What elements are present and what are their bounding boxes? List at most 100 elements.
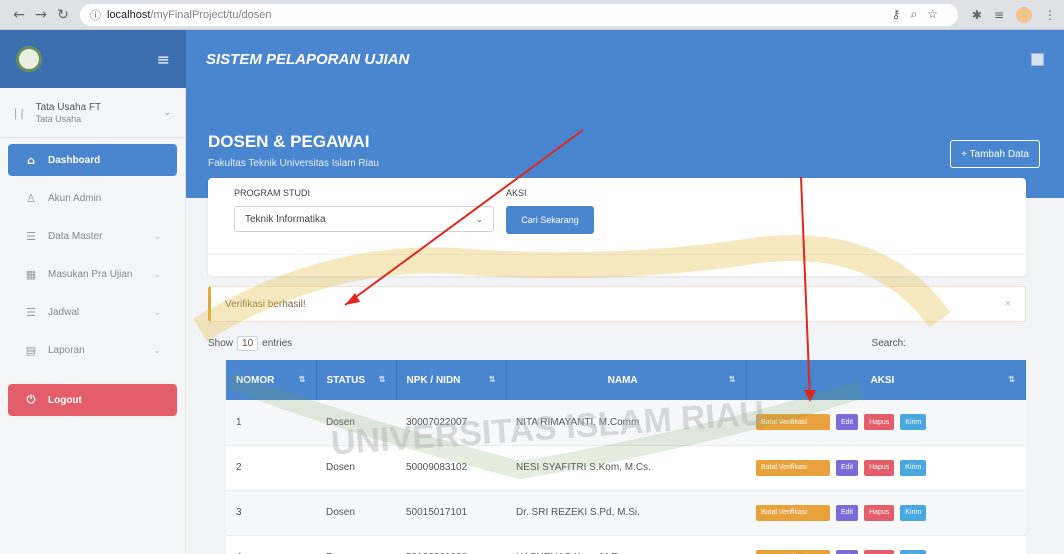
extension-icon[interactable]: ✱ [972,8,982,22]
content-body: PROGRAM STUDI Teknik Informatika ⌄ AKSI … [186,178,1064,554]
column-header-nomor[interactable]: NOMOR ⇅ [226,360,317,400]
edit-button[interactable]: Edit [836,459,859,476]
cell-nomor: 4 [226,535,316,554]
row-actions: Batal Verifikasi Edit Hapus Kirim [756,504,1016,521]
success-alert: Verifikasi berhasil! × [208,286,1026,322]
edit-button[interactable]: Edit [836,414,859,431]
table-header-row: NOMOR ⇅ STATUS ⇅ NPK / NIDN ⇅ NAMA ⇅ AKSI ⇅ [226,360,1026,400]
brand-area: ≡ [0,30,186,88]
cell-aksi: Batal Verifikasi Edit Hapus Kirim [746,535,1026,554]
top-navbar: SISTEM PELAPORAN UJIAN [186,30,1064,88]
back-icon[interactable]: ← [8,4,30,26]
menu-icon[interactable]: ⋮ [1044,8,1056,22]
send-button[interactable]: Kirim [900,504,927,521]
user-image-icon[interactable] [1031,52,1044,66]
send-button[interactable]: Kirim [900,549,927,554]
profile-avatar[interactable] [1016,6,1032,23]
column-header-npk[interactable]: NPK / NIDN ⇅ [396,360,507,400]
column-header-status[interactable]: STATUS ⇅ [316,360,397,400]
sort-icon[interactable]: ⇅ [299,375,306,384]
user-icon: ♙ [26,191,36,205]
cell-aksi: Batal Verifikasi Edit Hapus Kirim [746,445,1026,491]
home-icon: ⌂ [27,153,35,167]
cell-nama: NITA RIMAYANTI, M.Comm [506,400,746,446]
row-actions: Batal Verifikasi Edit Hapus Kirim [756,459,1016,476]
cell-nomor: 2 [226,445,316,491]
star-icon[interactable]: ☆ [927,7,938,22]
entries-label: entries [262,338,293,349]
chevron-down-icon[interactable]: ⌄ [163,107,171,118]
edit-button[interactable]: Edit [836,549,859,554]
prodi-select-value: Teknik Informatika [245,213,326,225]
calendar-icon: ▦ [25,267,37,281]
chevron-down-icon: ⌄ [475,213,483,224]
cell-nomor: 3 [226,490,316,536]
chevron-down-icon: ⌄ [153,306,161,317]
sort-icon[interactable]: ⇅ [1008,375,1015,384]
list-icon: ☰ [26,305,36,319]
power-icon: ⏻ [26,393,36,406]
cell-status: Dosen [316,445,396,491]
send-button[interactable]: Kirim [900,459,927,476]
sidebar-item-jadwal[interactable]: ☰ Jadwal ⌄ [8,296,177,328]
search-now-button[interactable]: Cari Sekarang [506,206,594,234]
add-data-button[interactable]: + Tambah Data [950,140,1040,168]
delete-button[interactable]: Hapus [864,414,895,431]
table-row: 4Dosen50130061988HASNELY S.Kom, M.Eng Bat… [226,535,1026,554]
sort-icon[interactable]: ⇅ [489,375,496,384]
cancel-verification-button[interactable]: Batal Verifikasi [756,504,830,521]
user-bars-icon: | | [14,105,24,120]
close-icon[interactable]: × [1005,298,1011,310]
sort-icon[interactable]: ⇅ [729,375,736,384]
cell-aksi: Batal Verifikasi Edit Hapus Kirim [746,400,1026,446]
aksi-label: AKSI [506,188,527,198]
send-button[interactable]: Kirim [900,414,927,431]
cell-nama: Dr. SRI REZEKI S.Pd, M.Si. [506,490,746,536]
reading-list-icon[interactable]: ≡ [994,8,1004,22]
sidebar-user[interactable]: | | Tata Usaha FT Tata Usaha ⌄ [0,88,185,138]
logout-button[interactable]: ⏻ Logout [8,384,177,416]
url-host: localhost [107,8,151,21]
cell-npk: 50130061988 [396,535,506,554]
delete-button[interactable]: Hapus [864,549,895,554]
reload-icon[interactable]: ↻ [52,4,74,26]
cancel-verification-button[interactable]: Batal Verifikasi [756,459,830,476]
zoom-icon[interactable]: ⌕ [910,7,917,22]
sidebar-item-label: Jadwal [48,306,80,318]
sidebar-item-laporan[interactable]: ▤ Laporan ⌄ [8,334,177,366]
cancel-verification-button[interactable]: Batal Verifikasi [756,414,830,431]
card-divider [208,254,1026,255]
sidebar-item-pra-ujian[interactable]: ▦ Masukan Pra Ujian ⌄ [8,258,177,290]
hamburger-icon[interactable]: ≡ [157,50,170,69]
cell-nama: HASNELY S.Kom, M.Eng [506,535,746,554]
university-logo [16,46,42,72]
sidebar-item-label: Dashboard [48,154,101,166]
address-bar[interactable]: ⓘ localhost /myFinalProject/tu/dosen ⚷ ⌕… [80,3,958,26]
sort-icon[interactable]: ⇅ [379,375,386,384]
sidebar-item-dashboard[interactable]: ⌂ Dashboard [8,144,177,176]
cancel-verification-button[interactable]: Batal Verifikasi [756,549,830,554]
show-label: Show [208,338,234,349]
column-header-nama[interactable]: NAMA ⇅ [506,360,747,400]
app-title: SISTEM PELAPORAN UJIAN [206,50,410,68]
prodi-label: PROGRAM STUDI [234,188,311,198]
delete-button[interactable]: Hapus [864,504,895,521]
sidebar-item-label: Data Master [48,230,103,242]
sidebar: | | Tata Usaha FT Tata Usaha ⌄ ⌂ Dashboa… [0,88,186,554]
info-icon[interactable]: ⓘ [90,7,101,23]
user-name: Tata Usaha FT [35,102,102,113]
sidebar-item-akun-admin[interactable]: ♙ Akun Admin [8,182,177,214]
database-icon: ☰ [26,229,36,243]
prodi-select[interactable]: Teknik Informatika ⌄ [234,206,494,232]
sidebar-item-data-master[interactable]: ☰ Data Master ⌄ [8,220,177,252]
entries-select[interactable]: 10 [237,336,259,351]
table-controls: Show 10 entries Search: [208,336,1026,351]
forward-icon[interactable]: → [30,4,52,26]
sidebar-item-label: Laporan [48,344,85,356]
edit-button[interactable]: Edit [836,504,859,521]
column-header-aksi[interactable]: AKSI ⇅ [746,360,1026,400]
chevron-down-icon: ⌄ [153,230,161,241]
key-icon[interactable]: ⚷ [892,7,901,22]
delete-button[interactable]: Hapus [864,459,895,476]
cell-aksi: Batal Verifikasi Edit Hapus Kirim [746,490,1026,536]
